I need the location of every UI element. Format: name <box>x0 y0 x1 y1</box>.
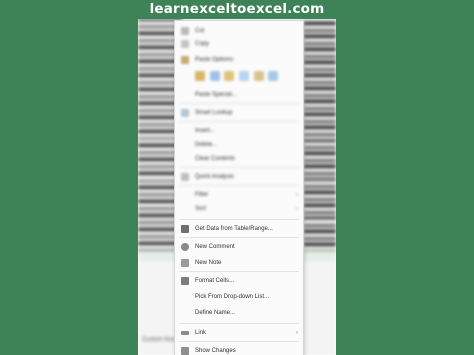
menu-separator <box>179 121 299 122</box>
context-menu-blurred-section: Cut Copy Paste Options: Paste Special... <box>175 21 303 217</box>
menu-item-label: Sort <box>195 206 207 212</box>
menu-item-label: Format Cells... <box>195 278 235 284</box>
paste-icon[interactable] <box>195 71 205 81</box>
menu-item-label: Delete... <box>195 142 218 148</box>
menu-item-clear-contents[interactable]: Clear Contents <box>175 153 303 165</box>
table-icon <box>181 225 189 233</box>
menu-separator <box>179 103 299 104</box>
menu-separator <box>179 341 299 342</box>
paste-link-icon[interactable] <box>268 71 279 81</box>
menu-item-get-data[interactable]: Get Data from Table/Range... <box>175 223 303 235</box>
menu-item-pick-from-list[interactable]: Pick From Drop-down List... <box>175 291 303 303</box>
menu-item-paste-options: Paste Options: <box>175 54 303 66</box>
menu-separator <box>179 219 299 220</box>
comment-icon <box>181 243 189 251</box>
menu-item-label: New Comment <box>195 244 235 250</box>
menu-item-label: Pick From Drop-down List... <box>195 294 270 300</box>
menu-separator <box>179 237 299 238</box>
menu-item-label: Smart Lookup <box>195 110 233 116</box>
menu-item-delete[interactable]: Delete... <box>175 139 303 151</box>
changes-icon <box>181 347 189 355</box>
smart-lookup-icon <box>181 109 189 117</box>
paste-formulas-icon[interactable] <box>224 71 235 81</box>
menu-item-insert[interactable]: Insert... <box>175 125 303 137</box>
menu-item-label: Define Name... <box>195 310 236 316</box>
menu-item-label: Filter <box>195 192 209 198</box>
menu-item-filter[interactable]: Filter › <box>175 189 303 201</box>
paste-options-row <box>195 71 285 83</box>
menu-item-label: Copy <box>195 41 210 47</box>
menu-item-new-comment[interactable]: New Comment <box>175 241 303 253</box>
paste-icon <box>181 56 189 64</box>
menu-item-label: New Note <box>195 260 222 266</box>
menu-separator <box>179 167 299 168</box>
menu-item-cut[interactable]: Cut <box>175 25 303 37</box>
menu-item-sort[interactable]: Sort › <box>175 203 303 215</box>
menu-item-show-changes[interactable]: Show Changes <box>175 345 303 355</box>
menu-item-new-note[interactable]: New Note <box>175 257 303 269</box>
menu-separator <box>179 323 299 324</box>
menu-item-link[interactable]: Link › <box>175 327 303 339</box>
menu-item-label: Show Changes <box>195 348 236 354</box>
menu-item-label: Insert... <box>195 128 216 134</box>
quick-analysis-icon <box>181 173 189 181</box>
menu-item-label: Clear Contents <box>195 156 236 162</box>
link-icon <box>181 331 189 335</box>
menu-item-label: Get Data from Table/Range... <box>195 226 273 232</box>
menu-item-paste-special[interactable]: Paste Special... <box>175 89 303 101</box>
note-icon <box>181 259 189 267</box>
menu-item-format-cells[interactable]: Format Cells... <box>175 275 303 287</box>
paste-formatting-icon[interactable] <box>253 71 264 81</box>
paste-values-icon[interactable] <box>209 71 220 81</box>
context-menu: Cut Copy Paste Options: Paste Special... <box>174 20 304 355</box>
menu-item-quick-analysis[interactable]: Quick Analysis <box>175 171 303 183</box>
sheet-bottom-label: Custom Num <box>142 337 178 343</box>
menu-item-copy[interactable]: Copy <box>175 38 303 50</box>
menu-item-label: Cut <box>195 28 205 34</box>
menu-separator <box>179 185 299 186</box>
chevron-right-icon: › <box>296 192 298 198</box>
cut-icon <box>181 27 189 35</box>
format-cells-icon <box>181 277 189 285</box>
context-menu-lower-section: Get Data from Table/Range... New Comment… <box>175 217 303 355</box>
video-frame: Custom Num Cut Copy Paste Options: Paste… <box>138 0 336 355</box>
copy-icon <box>181 40 189 48</box>
menu-item-smart-lookup[interactable]: Smart Lookup <box>175 107 303 119</box>
chevron-right-icon: › <box>296 206 298 212</box>
menu-item-define-name[interactable]: Define Name... <box>175 307 303 319</box>
watermark-banner: learnexceltoexcel.com <box>138 0 336 19</box>
menu-item-label: Paste Special... <box>195 92 237 98</box>
menu-item-label: Paste Options: <box>195 57 235 63</box>
chevron-right-icon: › <box>296 330 298 336</box>
paste-transpose-icon[interactable] <box>239 71 250 81</box>
menu-item-label: Quick Analysis <box>195 174 235 180</box>
menu-item-label: Link <box>195 330 207 336</box>
menu-separator <box>179 271 299 272</box>
